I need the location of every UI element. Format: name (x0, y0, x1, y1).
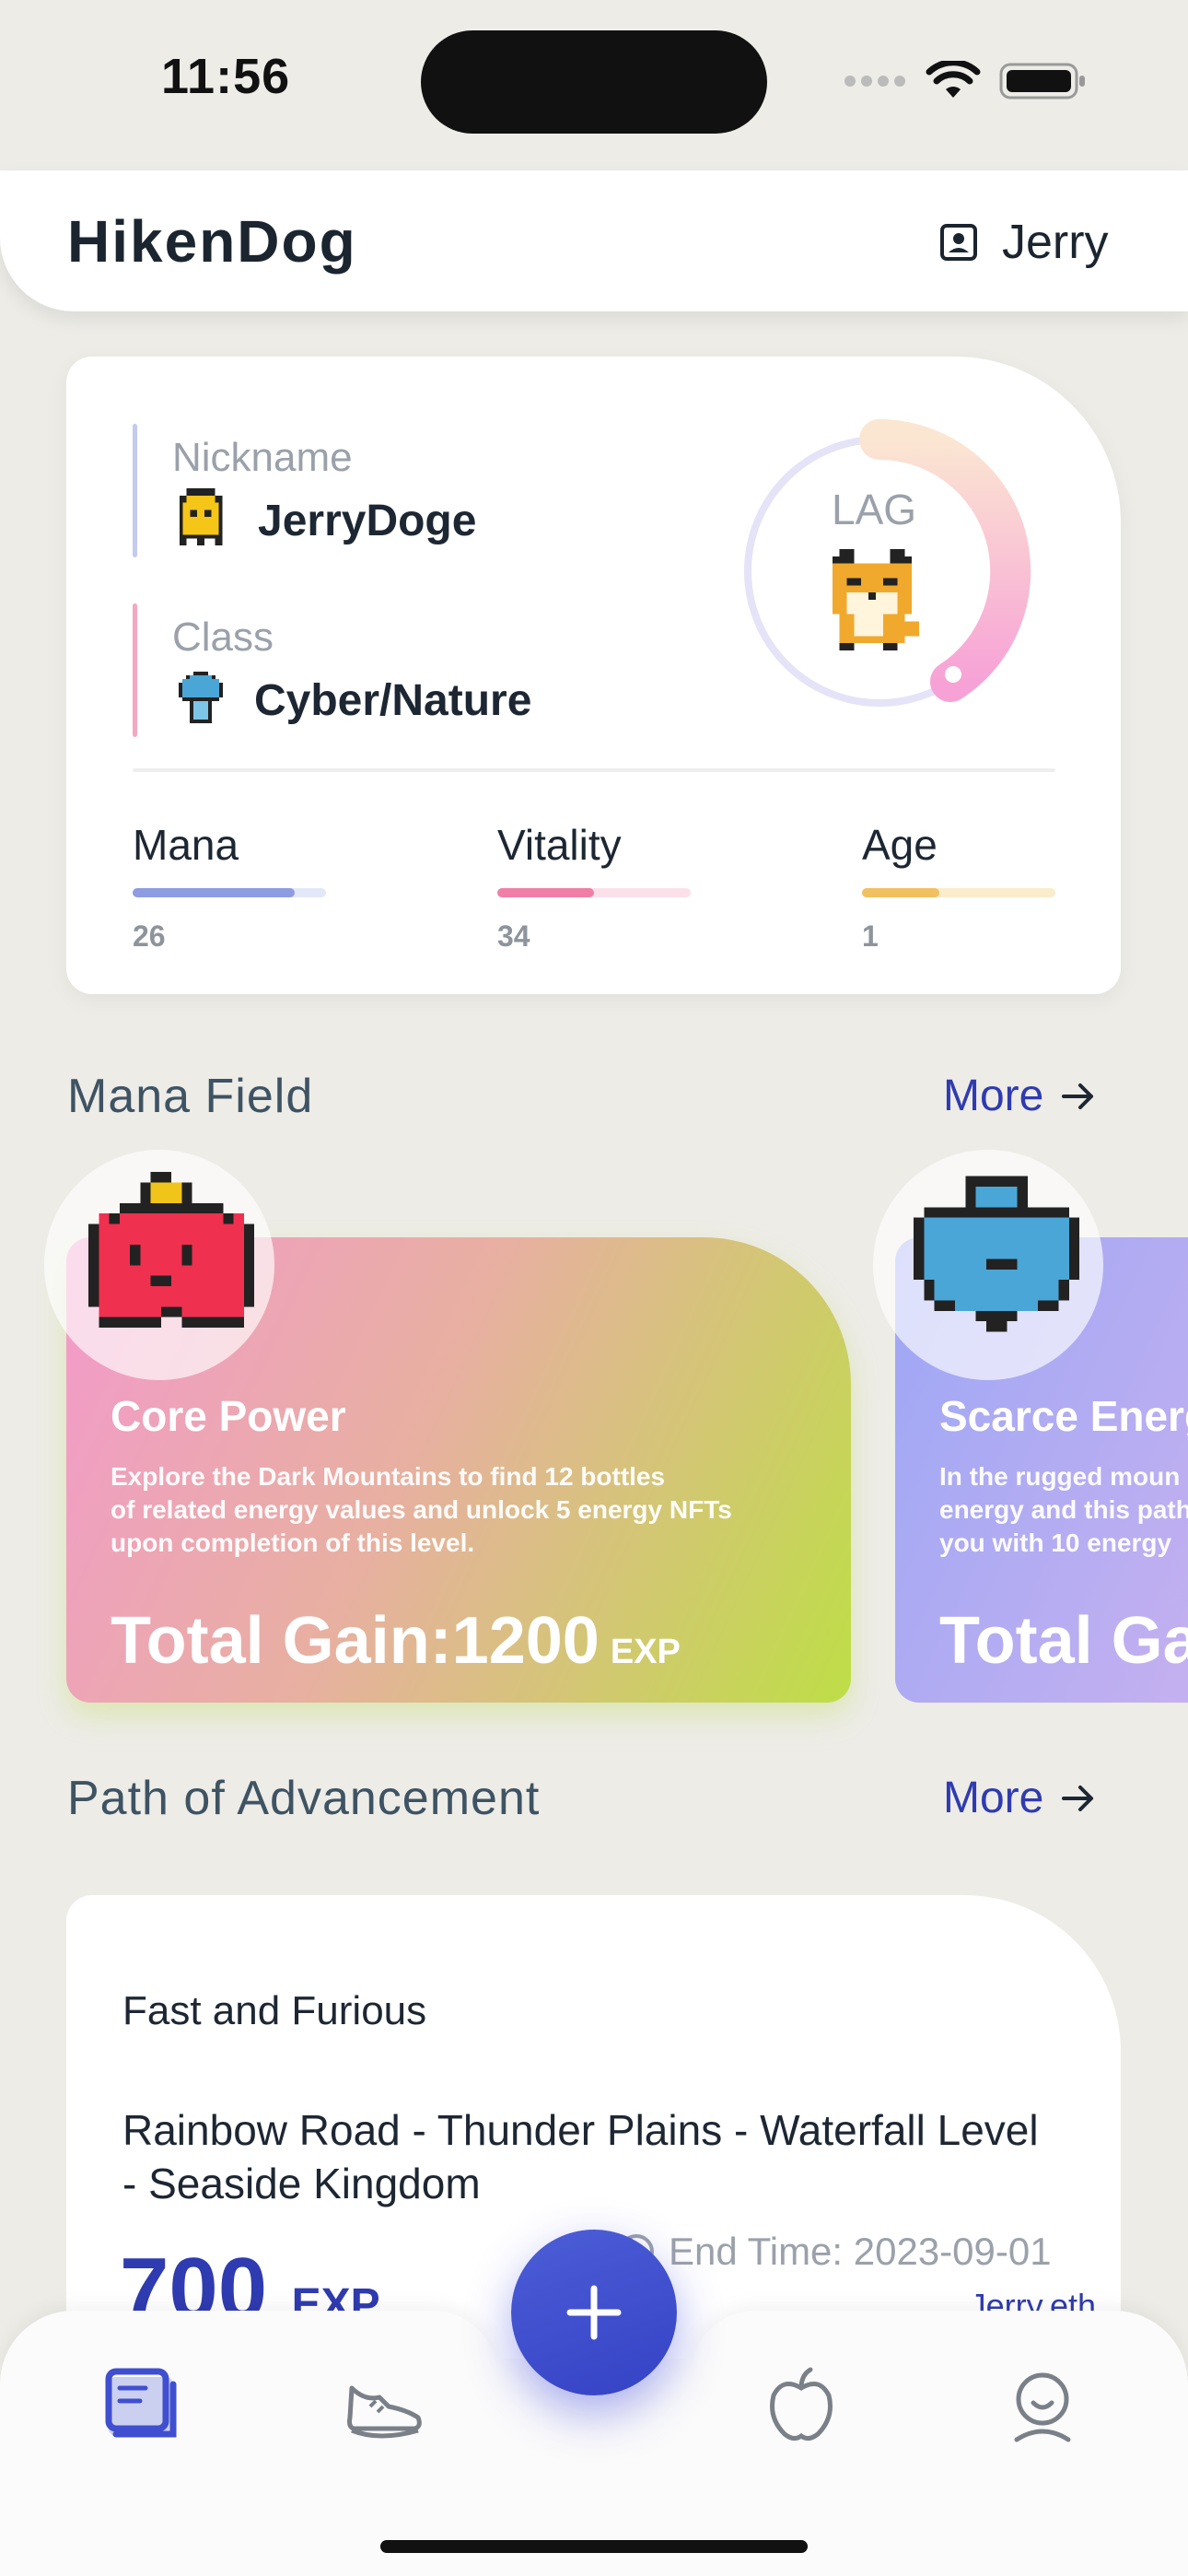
stat-fill (133, 888, 296, 897)
stat-fill (497, 888, 594, 897)
card-clip: Scarce Energy In the rugged moun energy … (895, 1237, 1188, 1703)
class-bar (133, 603, 137, 737)
stat-track (497, 888, 691, 897)
nickname-bar (133, 424, 137, 557)
path-route: Rainbow Road - Thunder Plains - Waterfal… (122, 2103, 1039, 2210)
exp-value: 700 (120, 2240, 268, 2313)
more-label: More (943, 1774, 1044, 1822)
stat-track (862, 888, 1055, 897)
route-line: Rainbow Road - Thunder Plains - Waterfal… (122, 2106, 1039, 2154)
stat-value: 26 (133, 919, 166, 953)
home-indicator (380, 2540, 808, 2553)
route-line: - Seaside Kingdom (122, 2160, 481, 2207)
class-label: Class (172, 615, 274, 660)
apple-icon (88, 1172, 254, 1328)
owner-wrap: Jerry.eth (921, 2287, 1096, 2311)
path-exp: 700 EXP (120, 2239, 543, 2313)
user-icon (1014, 2372, 1071, 2442)
book-icon (105, 2368, 177, 2438)
card-description-line: In the rugged moun (939, 1462, 1181, 1491)
battery-icon (999, 63, 1085, 100)
card-description-line: you with 10 energy (939, 1528, 1172, 1557)
apple-outline-icon (770, 2367, 833, 2441)
stat-name: Age (862, 821, 938, 869)
nickname-value: JerryDoge (258, 497, 477, 545)
nickname-label: Nickname (172, 435, 353, 480)
arrow-right-icon (1062, 1785, 1094, 1811)
plus-icon (566, 2285, 622, 2340)
mana-field-more-link[interactable]: More (943, 1071, 1097, 1121)
tab-journal[interactable] (103, 2368, 179, 2448)
tab-activity[interactable] (343, 2370, 425, 2448)
stat-fill (862, 888, 939, 897)
path-card-title: Fast and Furious (122, 1988, 427, 2033)
status-time: 11:56 (161, 49, 291, 104)
stat-vitality: Vitality 34 (497, 820, 691, 954)
stat-track (133, 888, 326, 897)
add-button[interactable] (511, 2230, 677, 2395)
card-description-line: upon completion of this level. (111, 1528, 475, 1557)
stat-value: 34 (497, 919, 530, 953)
exp-unit: EXP (291, 2280, 380, 2313)
card-description: Explore the Dark Mountains to find 12 bo… (111, 1460, 732, 1560)
mana-field-title: Mana Field (67, 1070, 314, 1123)
end-time-text: End Time: 2023-09-01 (669, 2230, 1052, 2273)
stat-name: Mana (133, 821, 239, 869)
app-title: HikenDog (67, 208, 357, 275)
card-title: Core Power (111, 1392, 346, 1440)
dynamic-island (421, 30, 767, 134)
sneaker-icon (347, 2385, 422, 2439)
path-title: Path of Advancement (67, 1772, 541, 1825)
ghost-icon (179, 488, 223, 545)
status-icons (843, 57, 1087, 105)
tab-profile[interactable] (1004, 2366, 1081, 2448)
owner-name[interactable]: Jerry.eth (970, 2287, 1096, 2311)
class-value: Cyber/Nature (254, 676, 532, 725)
card-description-line: energy and this path (939, 1495, 1188, 1524)
path-more-link[interactable]: More (943, 1773, 1097, 1823)
card-total-gain: Total Gain:1200 EXP (111, 1603, 681, 1679)
card-total-gain: Total Gain (939, 1604, 1188, 1678)
card-description-line: of related energy values and unlock 5 en… (111, 1495, 732, 1524)
arrow-right-icon (1062, 1083, 1094, 1109)
tab-food[interactable] (764, 2366, 838, 2448)
card-title: Scarce Energy (939, 1392, 1188, 1440)
card-description-line: Explore the Dark Mountains to find 12 bo… (111, 1462, 666, 1491)
signal-icon (844, 76, 905, 87)
more-label: More (943, 1071, 1044, 1120)
stat-value: 1 (862, 919, 879, 953)
stat-name: Vitality (497, 821, 622, 869)
gauge-label: LAG (832, 486, 917, 533)
gain-unit: EXP (610, 1633, 681, 1671)
card-divider (133, 768, 1055, 772)
shiba-avatar (832, 549, 920, 650)
stat-mana: Mana 26 (133, 820, 326, 954)
contact-icon (940, 224, 977, 261)
card-description: In the rugged moun energy and this path … (939, 1460, 1188, 1560)
user-name: Jerry (1002, 216, 1109, 269)
end-time: End Time: 2023-09-01 (617, 2230, 1052, 2274)
gain-value: Total Gain:1200 (111, 1604, 600, 1678)
user-menu[interactable]: Jerry (939, 215, 1109, 270)
wifi-icon (926, 61, 981, 98)
stat-age: Age 1 (862, 820, 1055, 954)
mushroom-icon (179, 672, 223, 723)
